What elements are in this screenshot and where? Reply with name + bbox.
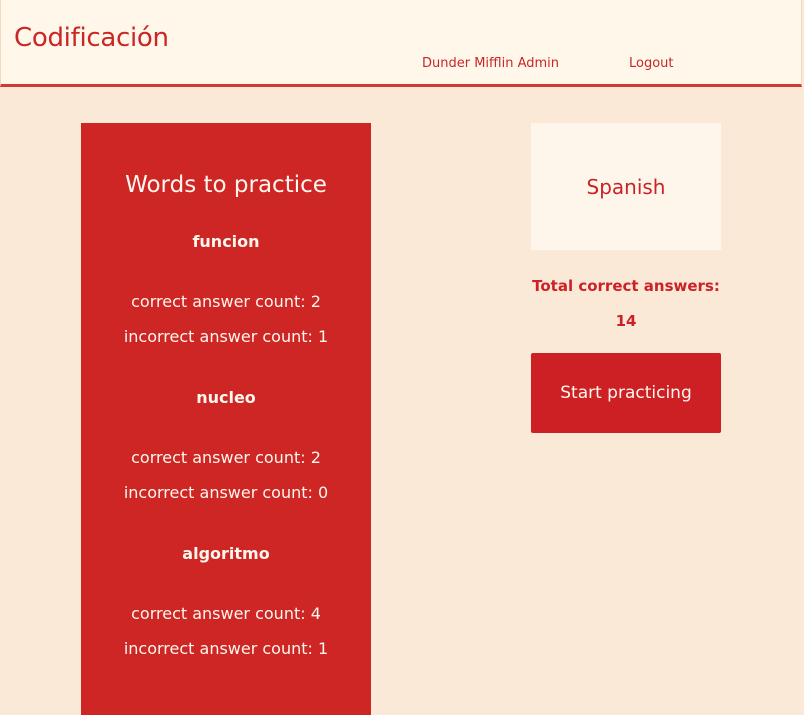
correct-count: correct answer count: 2 (131, 292, 321, 311)
incorrect-count: incorrect answer count: 0 (123, 483, 329, 502)
app-header: Codificación Dunder Mifflin Admin Logout (0, 0, 802, 87)
word-item: nucleo correct answer count: 2 incorrect… (81, 388, 371, 503)
words-panel-title: Words to practice (125, 172, 327, 198)
user-dashboard-link[interactable]: Dunder Mifflin Admin (422, 56, 559, 72)
word-name: algoritmo (182, 544, 270, 563)
word-item: algoritmo correct answer count: 4 incorr… (81, 544, 371, 659)
words-to-practice-panel: Words to practice funcion correct answer… (81, 123, 371, 715)
word-name: funcion (192, 232, 260, 251)
total-correct-label: Total correct answers: (532, 277, 720, 295)
language-name: Spanish (586, 174, 666, 199)
word-name: nucleo (196, 388, 256, 407)
total-correct-value: 14 (615, 312, 637, 330)
word-item: funcion correct answer count: 2 incorrec… (81, 232, 371, 347)
incorrect-count: incorrect answer count: 1 (123, 639, 329, 658)
logout-link[interactable]: Logout (629, 56, 674, 72)
correct-count: correct answer count: 4 (131, 604, 321, 623)
incorrect-count: incorrect answer count: 1 (123, 327, 329, 346)
app-logo[interactable]: Codificación (14, 20, 169, 56)
correct-count: correct answer count: 2 (131, 448, 321, 467)
language-card[interactable]: Spanish (531, 123, 721, 250)
start-practicing-button[interactable]: Start practicing (531, 353, 721, 433)
